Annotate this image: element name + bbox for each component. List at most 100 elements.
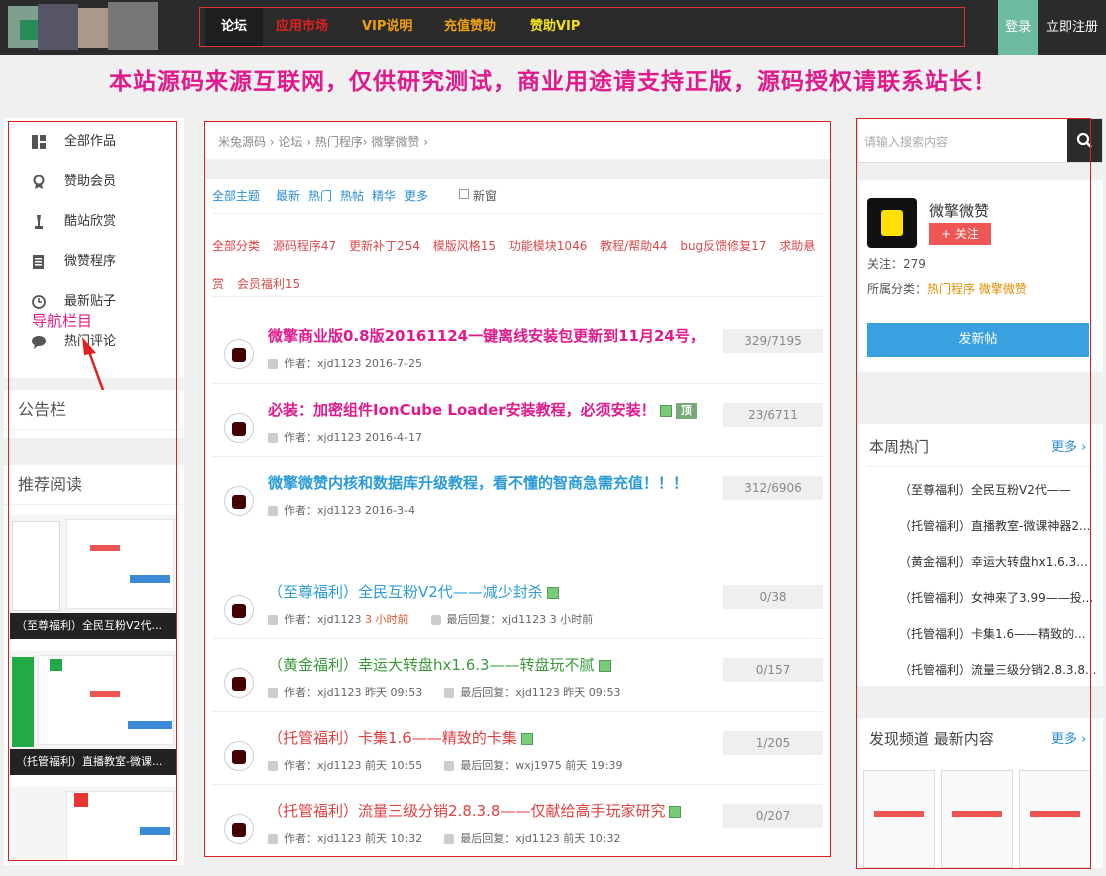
category-item[interactable]: bug反馈修复17	[680, 239, 766, 253]
nav-recharge[interactable]: 充值赞助	[444, 8, 496, 46]
thread-title[interactable]: （托管福利）流量三级分销2.8.3.8——仅献给高手玩家研究	[268, 800, 682, 821]
divider	[212, 784, 823, 785]
register-button[interactable]: 立即注册	[1038, 0, 1106, 55]
weekly-hot-more-link[interactable]: 更多 ›	[1051, 436, 1086, 455]
discover-more-link[interactable]: 更多 ›	[1051, 728, 1086, 747]
thread-author: 作者：xjd1123 前天 10:32	[284, 832, 423, 845]
recommend-item[interactable]: （托管福利）直播教室-微课...	[10, 651, 176, 775]
sidebar-item-cool-sites[interactable]: 酷站欣赏	[32, 210, 172, 234]
thread-title-text[interactable]: 必装：加密组件IonCube Loader安装教程，必须安装！	[268, 401, 656, 419]
comment-icon	[444, 688, 455, 698]
discover-title: 发现频道 最新内容	[869, 730, 994, 748]
recommend-item[interactable]	[10, 787, 176, 861]
new-window-checkbox[interactable]	[459, 189, 469, 199]
user-icon	[268, 359, 278, 369]
thread-title[interactable]: （黄金福利）幸运大转盘hx1.6.3——转盘玩不腻	[268, 654, 611, 675]
thread-title[interactable]: 微擎微赞内核和数据库升级教程，看不懂的智商急需充值！！！	[268, 472, 688, 493]
thread-title-text[interactable]: （托管福利）流量三级分销2.8.3.8——仅献给高手玩家研究	[268, 802, 665, 820]
hot-item[interactable]: （托管福利）卡集1.6——精致的...	[899, 625, 1086, 642]
thread-meta: 作者：xjd1123 2016-4-17	[268, 429, 422, 445]
category-item[interactable]: 源码程序47	[273, 239, 336, 253]
thread-author: 作者：xjd1123 2016-4-17	[284, 431, 422, 444]
category-all[interactable]: 全部分类	[212, 239, 260, 253]
forum-info-card: 微擎微赞 + 关注 关注：279 所属分类：热门程序 微擎微赞 发新帖	[857, 180, 1103, 372]
reply-view-count: 1/205	[723, 731, 823, 755]
sticky-thread[interactable]: 必装：加密组件IonCube Loader安装教程，必须安装！ 顶 作者：xjd1…	[220, 399, 823, 469]
divider	[867, 466, 1092, 467]
filter-hot-posts[interactable]: 热帖	[340, 187, 364, 204]
thread-row[interactable]: （黄金福利）幸运大转盘hx1.6.3——转盘玩不腻 作者：xjd1123 昨天 …	[220, 654, 823, 724]
nav-app-market[interactable]: 应用市场	[276, 8, 328, 46]
discover-item[interactable]	[1019, 770, 1091, 868]
thread-title[interactable]: 微擎商业版0.8版20161124一键离线安装包更新到11月24号，	[268, 325, 705, 346]
more-label[interactable]: 更多	[1051, 732, 1077, 747]
thread-title[interactable]: （托管福利）卡集1.6——精致的卡集	[268, 727, 533, 748]
reply-view-count: 0/207	[723, 804, 823, 828]
user-icon	[268, 506, 278, 516]
hot-item[interactable]: （托管福利）女神来了3.99——投...	[899, 589, 1093, 606]
category-link[interactable]: 热门程序 微擎微赞	[927, 282, 1027, 296]
sidebar-item-sponsor-members[interactable]: 赞助会员	[32, 170, 172, 194]
reply-view-count: 23/6711	[723, 403, 823, 427]
avatar[interactable]	[224, 595, 254, 625]
discover-item[interactable]	[863, 770, 935, 868]
filter-digest[interactable]: 精华	[372, 187, 396, 204]
thread-title[interactable]: （至尊福利）全民互粉V2代——减少封杀	[268, 581, 559, 602]
filter-latest[interactable]: 最新	[276, 187, 300, 204]
recommend-item[interactable]: （至尊福利）全民互粉V2代...	[10, 515, 176, 639]
divider	[212, 383, 823, 384]
search-button[interactable]	[1067, 119, 1102, 162]
sidebar-item-all-works[interactable]: 全部作品	[32, 130, 172, 154]
avatar[interactable]	[224, 814, 254, 844]
clock-icon	[32, 295, 46, 309]
search-input[interactable]: 请输入搜索内容	[864, 133, 948, 150]
thread-author: 作者：xjd1123	[284, 613, 362, 626]
thread-title[interactable]: 必装：加密组件IonCube Loader安装教程，必须安装！ 顶	[268, 399, 697, 420]
category-item[interactable]: 更新补丁254	[349, 239, 420, 253]
user-icon	[268, 688, 278, 698]
thread-meta: 作者：xjd1123 前天 10:32 最后回复：xjd1123 前天 10:32	[268, 830, 621, 846]
thread-title-text[interactable]: （黄金福利）幸运大转盘hx1.6.3——转盘玩不腻	[268, 656, 595, 674]
discover-item[interactable]	[941, 770, 1013, 868]
last-reply: 最后回复：xjd1123 昨天 09:53	[460, 686, 621, 699]
thread-row[interactable]: （托管福利）流量三级分销2.8.3.8——仅献给高手玩家研究 作者：xjd112…	[220, 800, 823, 870]
reply-view-count: 0/38	[723, 585, 823, 609]
nav-forum[interactable]: 论坛	[205, 8, 263, 46]
filter-all-topics[interactable]: 全部主题	[212, 187, 260, 204]
avatar[interactable]	[224, 668, 254, 698]
hot-item[interactable]: （至尊福利）全民互粉V2代——	[899, 481, 1071, 498]
more-label[interactable]: 更多	[1051, 440, 1077, 455]
avatar[interactable]	[224, 741, 254, 771]
site-notice-banner: 本站源码来源互联网，仅供研究测试，商业用途请支持正版，源码授权请联系站长！	[109, 69, 997, 95]
category-item[interactable]: 会员福利15	[237, 277, 300, 291]
hot-item[interactable]: （黄金福利）幸运大转盘hx1.6.3...	[899, 553, 1088, 570]
sticky-thread[interactable]: 微擎微赞内核和数据库升级教程，看不懂的智商急需充值！！！ 作者：xjd1123 …	[220, 472, 823, 542]
filter-more[interactable]: 更多	[404, 187, 428, 204]
nav-vip-info[interactable]: VIP说明	[362, 8, 412, 46]
breadcrumb[interactable]: 米兔源码 › 论坛 › 热门程序› 微擎微赞 ›	[218, 133, 428, 150]
thread-meta: 作者：xjd1123 昨天 09:53 最后回复：xjd1123 昨天 09:53	[268, 684, 621, 700]
comment-icon	[430, 615, 441, 625]
filter-hot[interactable]: 热门	[308, 187, 332, 204]
sidebar-item-weizan[interactable]: 微赞程序	[32, 250, 172, 274]
user-icon	[268, 433, 278, 443]
thread-title-text[interactable]: （托管福利）卡集1.6——精致的卡集	[268, 729, 517, 747]
thread-row[interactable]: （托管福利）卡集1.6——精致的卡集 作者：xjd1123 前天 10:55 最后…	[220, 727, 823, 797]
site-logo[interactable]	[0, 0, 165, 55]
avatar[interactable]	[224, 486, 254, 516]
category-item[interactable]: 功能模块1046	[509, 239, 588, 253]
new-post-button[interactable]: 发新帖	[867, 323, 1089, 357]
category-item[interactable]: 模版风格15	[433, 239, 496, 253]
login-button[interactable]: 登录	[998, 0, 1038, 55]
last-reply: 最后回复：xjd1123 前天 10:32	[460, 832, 621, 845]
thread-row[interactable]: （至尊福利）全民互粉V2代——减少封杀 作者：xjd1123 3 小时前 最后回复…	[220, 581, 823, 651]
hot-item[interactable]: （托管福利）流量三级分销2.8.3.8...	[899, 661, 1096, 678]
avatar[interactable]	[224, 413, 254, 443]
thread-title-text[interactable]: （至尊福利）全民互粉V2代——减少封杀	[268, 583, 543, 601]
avatar[interactable]	[224, 339, 254, 369]
sticky-thread[interactable]: 微擎商业版0.8版20161124一键离线安装包更新到11月24号， 作者：xj…	[220, 325, 823, 395]
follow-button[interactable]: + 关注	[929, 223, 991, 245]
category-item[interactable]: 教程/帮助44	[600, 239, 667, 253]
nav-sponsor-vip[interactable]: 赞助VIP	[530, 8, 580, 46]
hot-item[interactable]: （托管福利）直播教室-微课神器2...	[899, 517, 1090, 534]
